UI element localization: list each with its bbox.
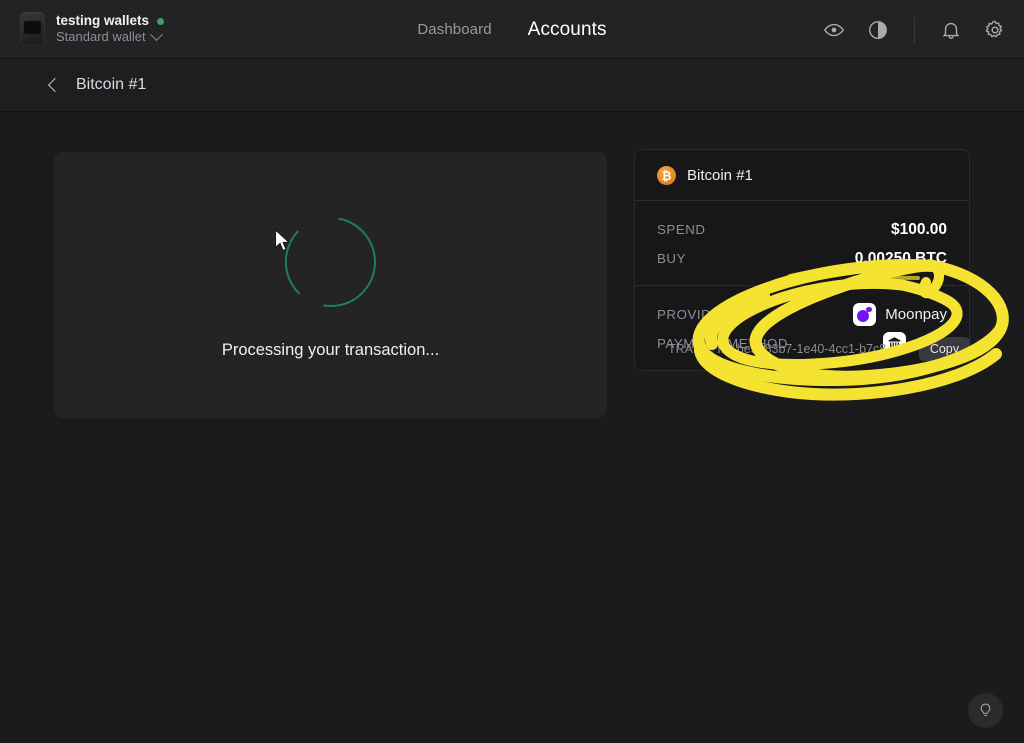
chevron-left-icon[interactable]: [47, 77, 63, 93]
summary-card-header: ₿ Bitcoin #1: [635, 150, 969, 201]
chevron-down-icon: [149, 28, 163, 41]
summary-label-provider: PROVIDER: [657, 307, 731, 322]
processing-message: Processing your transaction...: [221, 340, 440, 359]
breadcrumb-title: Bitcoin #1: [76, 76, 147, 93]
loading-spinner: [267, 198, 394, 325]
wallet-name: testing wallets: [56, 13, 150, 29]
summary-value-provider-group: Moonpay: [853, 303, 947, 326]
hardware-wallet-icon: [20, 12, 45, 46]
gear-icon[interactable]: [984, 19, 1006, 41]
processing-panel: Processing your transaction...: [54, 152, 607, 418]
summary-label-spend: SPEND: [657, 222, 706, 237]
summary-row-spend: SPEND $100.00: [657, 215, 947, 244]
top-bar-actions: [823, 0, 1006, 59]
bell-icon[interactable]: [940, 19, 962, 41]
wallet-text: testing wallets Standard wallet: [56, 13, 165, 45]
lightbulb-icon: [980, 703, 991, 717]
summary-value-spend: $100.00: [890, 220, 947, 238]
mouse-cursor: [274, 229, 291, 252]
online-status-dot: [157, 17, 165, 25]
help-button[interactable]: [968, 693, 1003, 728]
summary-value-buy: 0.00250 BTC: [854, 249, 947, 267]
summary-account-name: Bitcoin #1: [687, 167, 753, 184]
summary-label-buy: BUY: [657, 251, 686, 266]
summary-amounts-section: SPEND $100.00 BUY 0.00250 BTC: [635, 201, 969, 285]
copy-button[interactable]: Copy: [918, 337, 970, 361]
eye-icon[interactable]: [823, 19, 845, 41]
toolbar-divider: [914, 16, 915, 43]
moonpay-logo-icon: [853, 303, 877, 326]
wallet-type-label: Standard wallet: [56, 28, 146, 44]
wallet-name-row: testing wallets: [56, 13, 165, 29]
summary-row-provider: PROVIDER Moonpay: [657, 300, 947, 329]
sub-header: Bitcoin #1: [0, 59, 1024, 112]
main-content: Processing your transaction... ₿ Bitcoin…: [0, 112, 1024, 743]
wallet-type-row[interactable]: Standard wallet: [56, 28, 164, 45]
bitcoin-icon: ₿: [657, 166, 676, 185]
nav-item-dashboard[interactable]: Dashboard: [417, 21, 491, 38]
app-root: testing wallets Standard wallet Dashboar…: [0, 0, 1024, 743]
moonpay-small-dot: [866, 306, 872, 312]
nav-item-accounts[interactable]: Accounts: [528, 19, 607, 41]
transaction-id-text: TRANS. ID: be5983b7-1e40-4cc1-b7c8-9f6b0…: [668, 342, 909, 356]
summary-value-provider: Moonpay: [885, 306, 947, 323]
top-bar: testing wallets Standard wallet Dashboar…: [0, 0, 1024, 59]
wallet-selector[interactable]: testing wallets Standard wallet: [0, 12, 165, 46]
summary-row-buy: BUY 0.00250 BTC: [657, 244, 947, 273]
contrast-icon[interactable]: [867, 19, 889, 41]
transaction-id-row: TRANS. ID: be5983b7-1e40-4cc1-b7c8-9f6b0…: [668, 337, 970, 361]
